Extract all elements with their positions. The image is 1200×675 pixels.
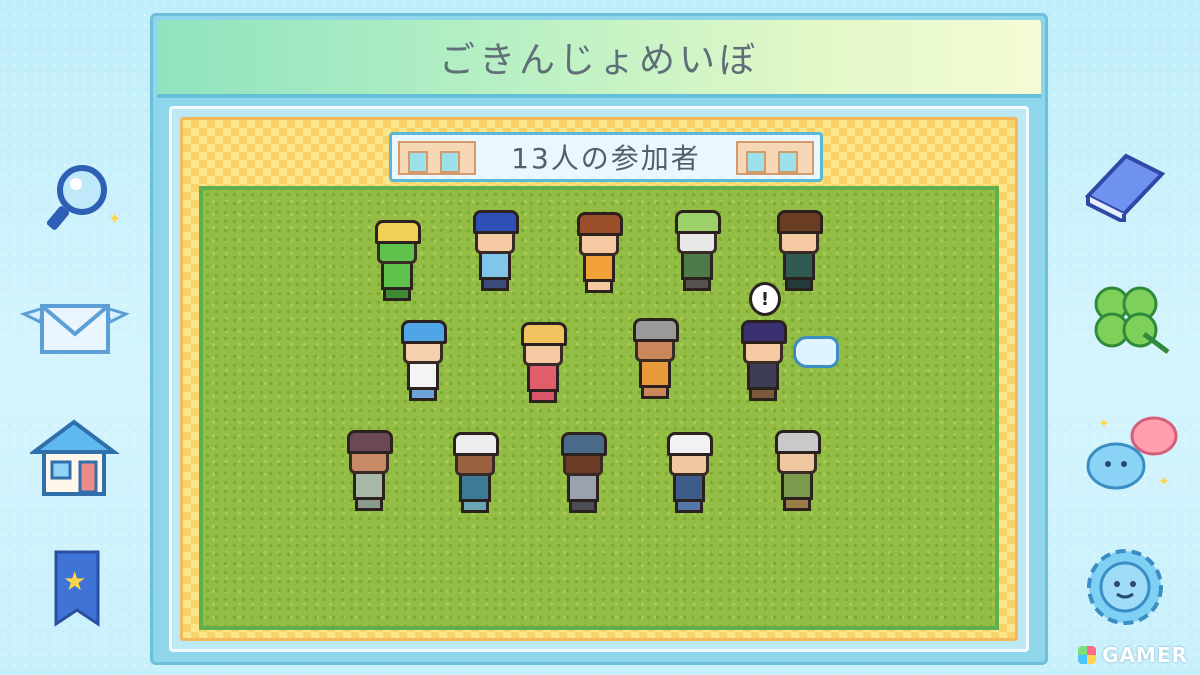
character-hair xyxy=(521,322,567,346)
character-hair xyxy=(675,210,721,234)
participant-character[interactable] xyxy=(441,430,503,513)
character-body xyxy=(381,260,413,290)
character-body xyxy=(567,472,599,502)
checker-panel: 13人の参加者 ! xyxy=(180,117,1018,641)
participant-character[interactable] xyxy=(763,428,825,511)
participant-character[interactable] xyxy=(509,320,571,403)
participant-character[interactable] xyxy=(663,208,725,291)
watermark: GAMER xyxy=(1078,643,1188,667)
building-right-icon xyxy=(736,141,814,175)
character-hair xyxy=(453,432,499,456)
participant-character[interactable] xyxy=(389,318,451,401)
participant-field: ! xyxy=(199,186,999,630)
character-body xyxy=(639,358,671,388)
character-body xyxy=(459,472,491,502)
participant-character[interactable] xyxy=(655,430,717,513)
character-hair xyxy=(667,432,713,456)
character-hair xyxy=(741,320,787,344)
exclamation-bubble: ! xyxy=(749,282,781,316)
character-hair xyxy=(375,220,421,244)
character-body xyxy=(781,470,813,500)
participant-character[interactable] xyxy=(729,318,791,401)
participant-character[interactable] xyxy=(363,218,425,301)
character-body xyxy=(407,360,439,390)
character-hair xyxy=(775,430,821,454)
clover-icon xyxy=(1094,286,1170,354)
pointer-hand-icon xyxy=(793,336,839,368)
mail-button[interactable] xyxy=(19,288,131,368)
svg-text:✦: ✦ xyxy=(1098,416,1110,432)
participant-character[interactable] xyxy=(765,208,827,291)
gamer-logo-icon xyxy=(1078,646,1097,664)
participant-count-banner: 13人の参加者 xyxy=(389,132,823,182)
participant-character[interactable] xyxy=(335,428,397,511)
character-hair xyxy=(401,320,447,344)
character-body xyxy=(673,472,705,502)
sun-face-icon xyxy=(1087,549,1163,625)
character-hair xyxy=(473,210,519,234)
character-hair xyxy=(561,432,607,456)
clover-button[interactable] xyxy=(1084,278,1174,358)
character-body xyxy=(527,362,559,392)
window-title: ごきんじょめいぼ xyxy=(438,40,759,81)
participant-character[interactable] xyxy=(565,210,627,293)
svg-text:✦: ✦ xyxy=(108,209,121,228)
directory-window: ごきんじょめいぼ 13人の参加者 ! xyxy=(150,13,1048,665)
slime-button[interactable]: ✦ ✦ xyxy=(1080,412,1184,498)
book-button[interactable] xyxy=(1082,148,1168,228)
participant-character[interactable] xyxy=(461,208,523,291)
character-hair xyxy=(347,430,393,454)
title-bar: ごきんじょめいぼ xyxy=(157,20,1041,98)
character-body xyxy=(783,250,815,280)
participant-character[interactable] xyxy=(549,430,611,513)
character-body xyxy=(747,360,779,390)
search-button[interactable]: ✦ xyxy=(36,160,126,240)
character-hair xyxy=(633,318,679,342)
house-icon xyxy=(28,419,120,496)
character-hair xyxy=(577,212,623,236)
character-body xyxy=(583,252,615,282)
svg-text:✦: ✦ xyxy=(1158,474,1170,490)
winged-envelope-icon xyxy=(19,304,131,354)
participant-character[interactable] xyxy=(621,316,683,399)
character-body xyxy=(479,250,511,280)
settings-button[interactable] xyxy=(1082,544,1168,630)
svg-text:★: ★ xyxy=(63,567,86,597)
building-left-icon xyxy=(398,141,476,175)
character-hair xyxy=(777,210,823,234)
inner-frame: 13人の参加者 ! xyxy=(169,106,1029,652)
star-bookmark-icon: ★ xyxy=(54,550,100,627)
magnifier-icon: ✦ xyxy=(46,165,121,230)
character-body xyxy=(681,250,713,280)
bookmark-button[interactable]: ★ xyxy=(52,550,102,630)
character-body xyxy=(353,470,385,500)
slime-faces-icon: ✦ ✦ xyxy=(1086,416,1178,490)
book-icon xyxy=(1084,153,1166,226)
home-button[interactable] xyxy=(28,418,120,498)
participant-count-label: 13人の参加者 xyxy=(511,142,701,175)
